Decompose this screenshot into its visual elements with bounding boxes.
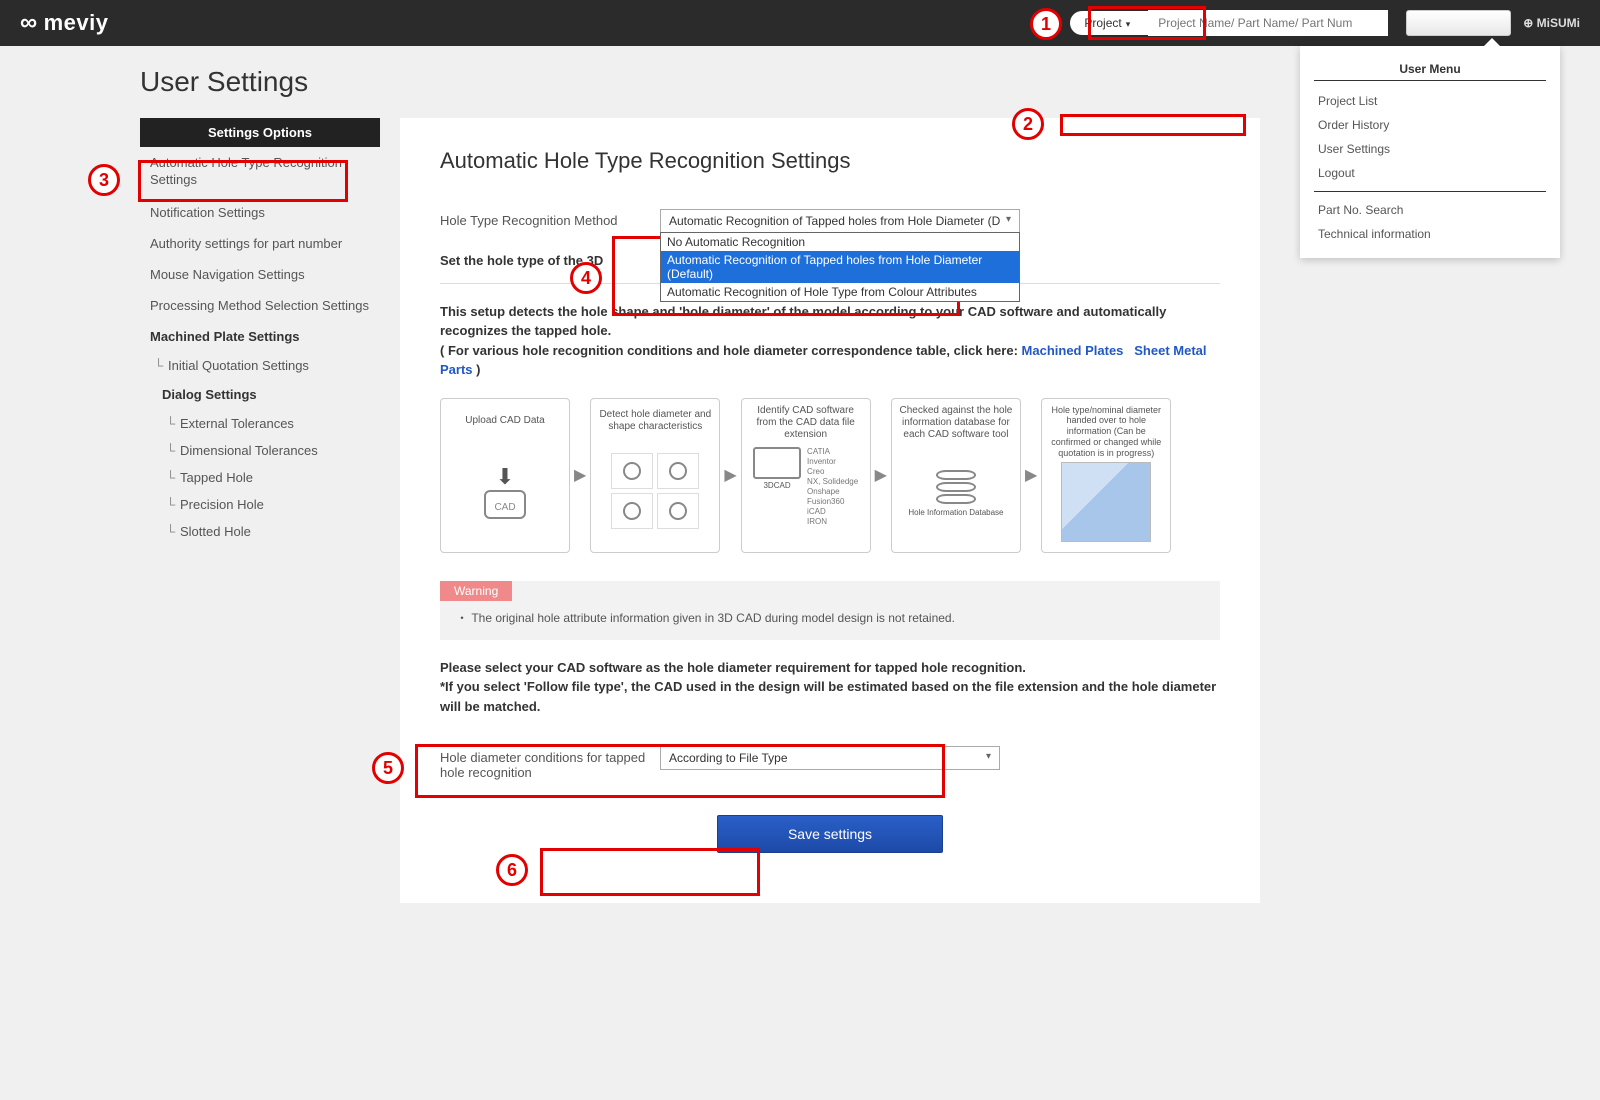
method-option-colour[interactable]: Automatic Recognition of Hole Type from …: [661, 283, 1019, 301]
arrow-icon: ▶: [574, 465, 586, 485]
menu-logout[interactable]: Logout: [1300, 161, 1560, 185]
ring-icon: [623, 502, 641, 520]
flow-step-3: Identify CAD software from the CAD data …: [741, 398, 871, 553]
settings-sidebar: Settings Options Automatic Hole Type Rec…: [140, 118, 380, 545]
infinity-icon: ∞: [20, 9, 38, 37]
desc-3: Please select your CAD software as the h…: [440, 658, 1220, 678]
search-type-select[interactable]: Project: [1070, 11, 1148, 35]
main-panel: Automatic Hole Type Recognition Settings…: [400, 118, 1260, 903]
ring-icon: [669, 462, 687, 480]
save-button[interactable]: Save settings: [717, 815, 943, 853]
warning-tag: Warning: [440, 581, 512, 601]
logo-text: meviy: [44, 10, 109, 36]
warning-box: Warning ・ The original hole attribute in…: [440, 581, 1220, 640]
sidebar-item-mouse-nav[interactable]: Mouse Navigation Settings: [140, 259, 380, 290]
sidebar-item-initial-quotation[interactable]: Initial Quotation Settings: [140, 352, 380, 379]
menu-tech-info[interactable]: Technical information: [1300, 222, 1560, 246]
cond-label: Hole diameter conditions for tapped hole…: [440, 746, 660, 780]
database-icon: [936, 470, 976, 504]
flow-step-2: Detect hole diameter and shape character…: [590, 398, 720, 553]
cad-software-list: CATIA Inventor Creo NX, Solidedge Onshap…: [807, 447, 858, 527]
cond-value: According to File Type: [669, 751, 788, 765]
sidebar-item-notification[interactable]: Notification Settings: [140, 197, 380, 228]
sidebar-item-processing[interactable]: Processing Method Selection Settings: [140, 290, 380, 321]
menu-part-search[interactable]: Part No. Search: [1300, 198, 1560, 222]
desc-4: *If you select 'Follow file type', the C…: [440, 677, 1220, 716]
sidebar-section-dialog: Dialog Settings: [140, 379, 380, 410]
logo: ∞ meviy: [20, 9, 109, 37]
sidebar-section-machined: Machined Plate Settings: [140, 321, 380, 352]
desc-2: ( For various hole recognition condition…: [440, 341, 1220, 380]
arrow-icon: ▶: [875, 465, 887, 485]
caret-up-icon: [1484, 38, 1500, 46]
sidebar-item-authority[interactable]: Authority settings for part number: [140, 228, 380, 259]
arrow-icon: ▶: [724, 465, 736, 485]
link-machined-plates[interactable]: Machined Plates: [1022, 343, 1124, 358]
user-account-button[interactable]: [1406, 10, 1511, 36]
flow-step-4: Checked against the hole information dat…: [891, 398, 1021, 553]
sidebar-header: Settings Options: [140, 118, 380, 147]
callout-number-3: 3: [88, 164, 120, 196]
app-header: ∞ meviy Project ⊕ MiSUMi: [0, 0, 1600, 46]
search-input[interactable]: [1148, 10, 1388, 36]
panel-heading: Automatic Hole Type Recognition Settings: [440, 148, 1220, 174]
menu-project-list[interactable]: Project List: [1300, 89, 1560, 113]
ring-icon: [669, 502, 687, 520]
sidebar-item-precision[interactable]: Precision Hole: [140, 491, 380, 518]
sidebar-item-tapped[interactable]: Tapped Hole: [140, 464, 380, 491]
arrow-icon: ▶: [1025, 465, 1037, 485]
ring-icon: [623, 462, 641, 480]
cad-file-icon: CAD: [484, 490, 525, 519]
misumi-logo: ⊕ MiSUMi: [1523, 16, 1580, 30]
cond-dropdown[interactable]: According to File Type: [660, 746, 1000, 770]
sidebar-item-slotted[interactable]: Slotted Hole: [140, 518, 380, 545]
method-value: Automatic Recognition of Tapped holes fr…: [669, 214, 1000, 228]
desc-1: This setup detects the hole shape and 'h…: [440, 302, 1220, 341]
flow-step-5: Hole type/nominal diameter handed over t…: [1041, 398, 1171, 553]
method-label: Hole Type Recognition Method: [440, 209, 660, 228]
sidebar-item-dim-tol[interactable]: Dimensional Tolerances: [140, 437, 380, 464]
menu-user-settings[interactable]: User Settings: [1300, 137, 1560, 161]
menu-order-history[interactable]: Order History: [1300, 113, 1560, 137]
sidebar-item-ext-tol[interactable]: External Tolerances: [140, 410, 380, 437]
method-option-default[interactable]: Automatic Recognition of Tapped holes fr…: [661, 251, 1019, 283]
method-option-none[interactable]: No Automatic Recognition: [661, 233, 1019, 251]
user-menu-title: User Menu: [1314, 58, 1546, 81]
part-preview-icon: [1061, 462, 1151, 542]
sidebar-item-hole-recognition[interactable]: Automatic Hole Type Recognition Settings: [140, 147, 380, 197]
method-dropdown[interactable]: Automatic Recognition of Tapped holes fr…: [660, 209, 1020, 233]
process-flow-diagram: Upload CAD Data ⬇ CAD ▶ Detect hole diam…: [440, 398, 1220, 553]
laptop-icon: [753, 447, 801, 479]
warning-text: ・ The original hole attribute informatio…: [456, 609, 1204, 626]
download-icon: ⬇: [496, 464, 514, 490]
flow-step-1: Upload CAD Data ⬇ CAD: [440, 398, 570, 553]
user-menu-dropdown: User Menu Project List Order History Use…: [1300, 46, 1560, 258]
method-dropdown-list: No Automatic Recognition Automatic Recog…: [660, 232, 1020, 302]
